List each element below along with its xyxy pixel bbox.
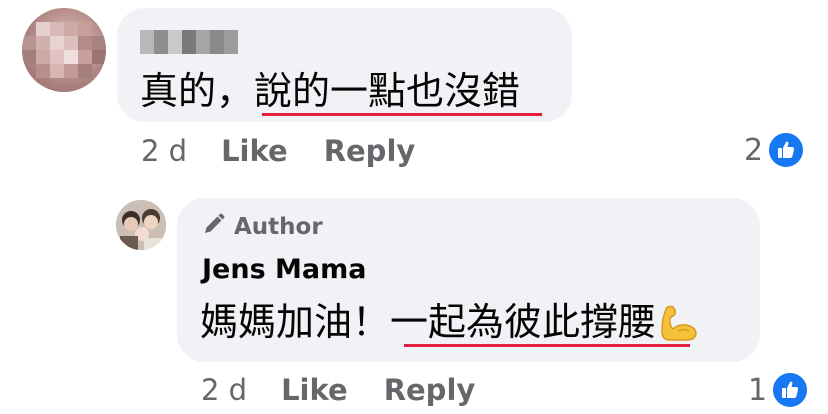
reply-button[interactable]: Reply: [384, 373, 476, 407]
author-name[interactable]: Jens Mama: [202, 254, 367, 285]
comment-actions: 2 d Like Reply: [141, 134, 415, 168]
reply-button[interactable]: Reply: [324, 134, 416, 168]
comment-actions: 2 d Like Reply: [201, 373, 475, 407]
comment-text: 真的，說的一點也沒錯: [140, 69, 521, 113]
comment-text-row: 媽媽加油！一起為彼此撐腰: [200, 297, 700, 347]
author-badge: Author: [202, 212, 323, 242]
thumbs-up-icon: [767, 131, 806, 169]
thumbs-up-icon: [771, 371, 810, 409]
author-badge-label: Author: [234, 214, 323, 240]
reaction-summary[interactable]: 2: [744, 131, 806, 169]
like-button[interactable]: Like: [221, 134, 288, 168]
avatar[interactable]: [116, 200, 166, 250]
spellcheck-underline: [404, 344, 690, 347]
timestamp[interactable]: 2 d: [141, 134, 187, 168]
avatar[interactable]: [22, 8, 106, 92]
blurred-author-name[interactable]: [140, 30, 240, 54]
flexed-biceps-emoji: [658, 301, 700, 343]
spellcheck-underline: [262, 113, 542, 116]
reaction-summary[interactable]: 1: [748, 371, 810, 409]
comment-text: 媽媽加油！一起為彼此撐腰: [200, 300, 657, 344]
pencil-icon: [202, 212, 226, 242]
like-button[interactable]: Like: [281, 373, 348, 407]
reaction-count: 1: [748, 372, 768, 408]
reaction-count: 2: [744, 132, 764, 168]
timestamp[interactable]: 2 d: [201, 373, 247, 407]
